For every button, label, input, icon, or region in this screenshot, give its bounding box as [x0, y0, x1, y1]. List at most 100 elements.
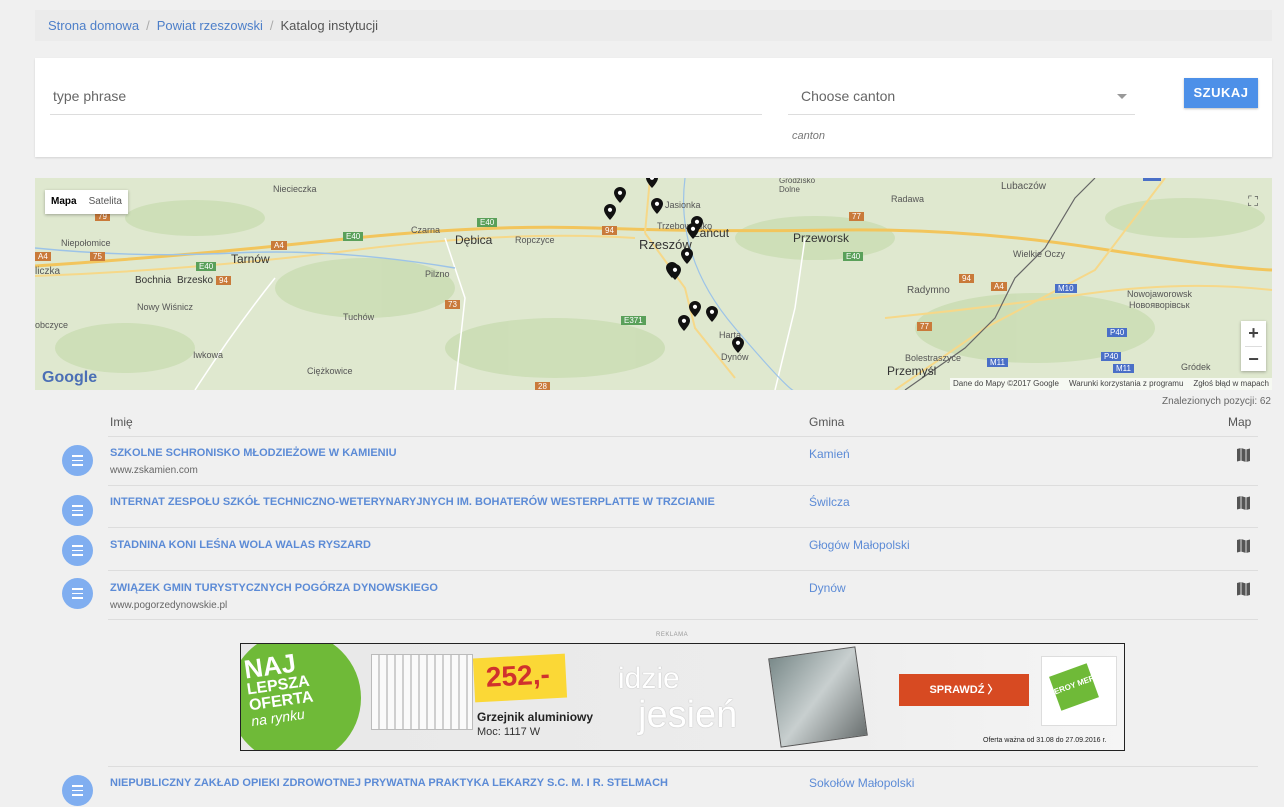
breadcrumb: Strona domowa / Powiat rzeszowski / Katalog …	[35, 10, 1272, 41]
map-type-satellite[interactable]: Satelita	[83, 190, 128, 214]
road-badge: P40	[1101, 352, 1122, 361]
map-marker-icon[interactable]	[646, 178, 658, 188]
list-icon	[62, 495, 93, 526]
map-label: Jasionka	[665, 200, 701, 210]
advertisement-banner[interactable]: NAJ LEPSZA OFERTA na rynku 252,- Grzejni…	[240, 643, 1125, 751]
institution-name-link[interactable]: INTERNAT ZESPOŁU SZKÓŁ TECHNICZNO-WETERY…	[110, 496, 715, 508]
search-panel: type phrase Choose canton canton SZUKAJ	[35, 58, 1272, 157]
ad-badge-text: NAJ LEPSZA OFERTA na rynku	[242, 648, 316, 730]
zoom-out-button[interactable]: −	[1241, 347, 1266, 372]
breadcrumb-home[interactable]: Strona domowa	[48, 18, 139, 33]
row-divider	[108, 436, 1258, 437]
list-icon	[62, 775, 93, 806]
ad-slogan: idzie	[618, 662, 680, 695]
map-label: obczyce	[35, 320, 69, 330]
map-marker-icon[interactable]	[681, 248, 693, 264]
map-view[interactable]: 79 75 E40 E40 E40 E40 94 94 73 E371 77 9…	[35, 178, 1272, 390]
map-label: Dynów	[721, 352, 749, 362]
map-marker-icon[interactable]	[689, 301, 701, 317]
breadcrumb-separator: /	[269, 18, 274, 33]
map-label: Dębica	[455, 233, 493, 247]
institution-url[interactable]: www.pogorzedynowskie.pl	[110, 600, 227, 611]
column-header-name[interactable]: Imię	[110, 415, 133, 429]
road-badge: 94	[959, 274, 974, 283]
map-icon[interactable]	[1237, 539, 1250, 553]
ad-label: REKLAMA	[656, 632, 689, 638]
map-marker-icon[interactable]	[651, 198, 663, 214]
institution-name-link[interactable]: ZWIĄZEK GMIN TURYSTYCZNYCH POGÓRZA DYNOW…	[110, 582, 438, 594]
catalog-image	[768, 646, 868, 748]
map-label: Ropczyce	[515, 235, 555, 245]
institution-name-link[interactable]: SZKOLNE SCHRONISKO MŁODZIEŻOWE W KAMIENI…	[110, 447, 397, 459]
ad-spec: Moc: 1117 W	[477, 726, 541, 738]
map-type-map[interactable]: Mapa	[45, 190, 83, 214]
map-marker-icon[interactable]	[706, 306, 718, 322]
map-marker-icon[interactable]	[687, 223, 699, 239]
gmina-link[interactable]: Kamień	[809, 447, 850, 461]
breadcrumb-region[interactable]: Powiat rzeszowski	[157, 18, 263, 33]
road-badge: 73	[445, 300, 460, 309]
institution-name-link[interactable]: NIEPUBLICZNY ZAKŁAD OPIEKI ZDROWOTNEJ PR…	[110, 777, 668, 789]
gmina-link[interactable]: Sokołów Małopolski	[809, 776, 914, 790]
canton-select[interactable]: Choose canton	[788, 82, 1135, 115]
column-header-gmina[interactable]: Gmina	[809, 415, 844, 429]
gmina-link[interactable]: Świlcza	[809, 495, 850, 509]
fullscreen-icon[interactable]: ⛶	[1242, 190, 1264, 212]
map-marker-icon[interactable]	[669, 264, 681, 280]
road-badge: 28	[535, 382, 550, 390]
zoom-control: + −	[1241, 321, 1266, 371]
road-badge: M11	[987, 358, 1008, 367]
canton-select-value: Choose canton	[801, 88, 896, 104]
road-badge: 94	[602, 226, 617, 235]
map-footer: Dane do Mapy ©2017 Google Warunki korzys…	[950, 378, 1272, 390]
road-badge: A4	[271, 241, 287, 250]
ad-validity: Oferta ważna od 31.08 do 27.09.2016 r.	[983, 737, 1107, 744]
map-label: Wielkie Oczy	[1013, 249, 1066, 259]
zoom-in-button[interactable]: +	[1241, 321, 1266, 346]
road-badge: E40	[477, 218, 498, 227]
caret-down-icon	[1117, 94, 1127, 99]
ad-price: 252,-	[485, 658, 551, 693]
map-icon[interactable]	[1237, 582, 1250, 596]
map-terms-link[interactable]: Warunki korzystania z programu	[1069, 378, 1183, 390]
list-icon	[62, 535, 93, 566]
map-marker-icon[interactable]	[678, 315, 690, 331]
map-label: Новояворівськ	[1129, 300, 1190, 310]
ad-slogan: jesień	[638, 694, 738, 736]
road-badge: E40	[196, 262, 217, 271]
results-count: Znalezionych pozycji: 62	[1162, 396, 1271, 407]
map-marker-icon[interactable]	[614, 187, 626, 203]
road-badge: M11	[1113, 364, 1134, 373]
institution-url[interactable]: www.zskamien.com	[110, 465, 198, 476]
map-label: Niepołomice	[61, 238, 111, 248]
gmina-link[interactable]: Dynów	[809, 581, 846, 595]
map-label: Nowojaworowsk	[1127, 289, 1193, 299]
phrase-input[interactable]: type phrase	[50, 82, 762, 115]
map-label: Bochnia	[135, 275, 172, 286]
map-report-link[interactable]: Zgłoś błąd w mapach	[1193, 378, 1269, 390]
breadcrumb-current: Katalog instytucji	[280, 18, 379, 33]
map-label: Tarnów	[231, 252, 270, 266]
map-marker-icon[interactable]	[732, 337, 744, 353]
column-header-map: Map	[1228, 415, 1252, 429]
map-label: Niecieczka	[273, 184, 317, 194]
road-badge: 77	[917, 322, 932, 331]
map-icon[interactable]	[1237, 496, 1250, 510]
map-label: Pilzno	[425, 269, 450, 279]
map-label: Radawa	[891, 194, 925, 204]
leroy-merlin-logo: LEROY MERLIN	[1041, 656, 1117, 726]
ad-cta-button[interactable]: SPRAWDŹ 〉	[899, 674, 1029, 706]
ad-product: Grzejnik aluminiowy	[477, 710, 594, 724]
road-badge: A4	[991, 282, 1007, 291]
road-badge: P40	[1107, 328, 1128, 337]
row-divider	[108, 619, 1258, 620]
institution-name-link[interactable]: STADNINA KONI LEŚNA WOLA WALAS RYSZARD	[110, 539, 371, 551]
search-button[interactable]: SZUKAJ	[1184, 78, 1258, 108]
map-marker-icon[interactable]	[604, 204, 616, 220]
list-icon	[62, 578, 93, 609]
road-badge: M10	[1055, 284, 1077, 293]
map-icon[interactable]	[1237, 448, 1250, 462]
gmina-link[interactable]: Głogów Małopolski	[809, 538, 910, 552]
map-label: Przeworsk	[793, 231, 850, 245]
map-label: Gródek	[1181, 362, 1211, 372]
